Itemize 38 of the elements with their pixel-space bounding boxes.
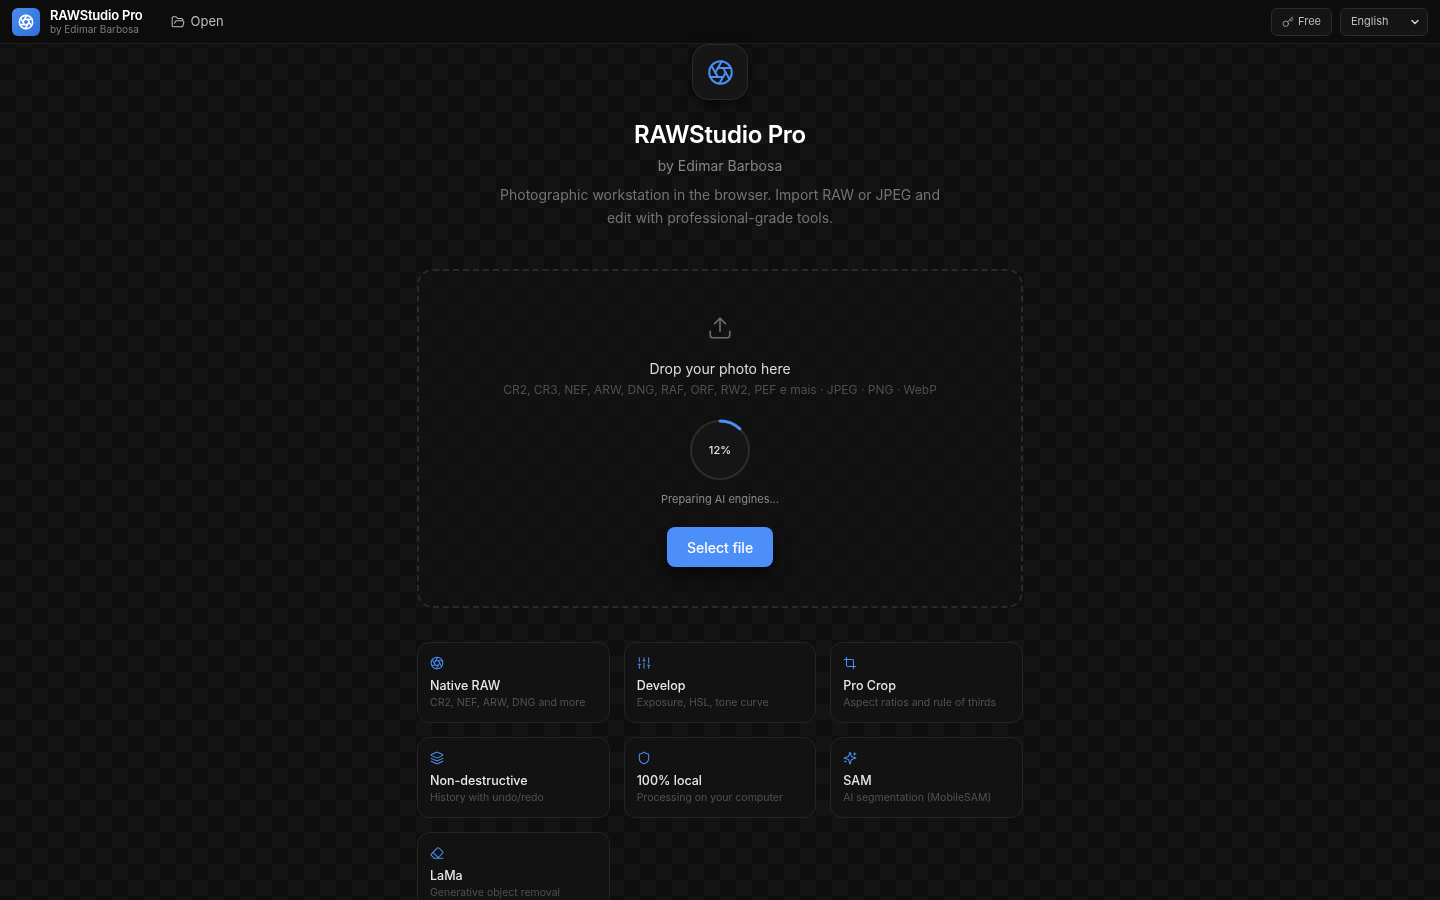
feature-title: 100% local (636, 772, 703, 790)
feature-description: History with undo/redo (430, 791, 545, 805)
folder-icon (170, 14, 185, 29)
crop-icon (843, 656, 858, 670)
layers-icon (430, 751, 444, 765)
feature-title: SAM (843, 772, 873, 790)
progress-status: Preparing AI engines... (661, 491, 779, 507)
feature-description: Exposure, HSL, tone curve (636, 696, 770, 710)
drop-zone[interactable]: Drop your photo here CR2, CR3, NEF, ARW, DNG, RAF, ORF, RW2, PEF e mais · JPEG · PNG · WebP 12% Preparing AI engines... Select file (417, 269, 1023, 608)
feature-title: Pro Crop (843, 677, 897, 695)
feature-title: Native RAW (430, 677, 502, 695)
shield-icon (636, 751, 651, 765)
app-logo-icon (12, 7, 40, 36)
app-title: RAWStudio Pro (50, 7, 143, 23)
feature-description: Generative object removal (430, 886, 562, 900)
hero-description: Photographic workstation in the browser. Import RAW or JPEG and edit with professional-grade tools. (499, 185, 941, 228)
sliders-icon (636, 656, 651, 670)
feature-description: Processing on your computer (636, 791, 784, 805)
feature-title: LaMa (430, 867, 464, 885)
feature-description: Aspect ratios and rule of thirds (843, 696, 997, 710)
plan-button[interactable]: Free (1271, 7, 1332, 36)
eraser-icon (430, 846, 444, 860)
hero-title: RAWStudio Pro (634, 119, 806, 151)
feature-description: AI segmentation (MobileSAM) (843, 791, 993, 805)
drop-heading: Drop your photo here (649, 359, 791, 379)
supported-formats: CR2, CR3, NEF, ARW, DNG, RAF, ORF, RW2, PEF e mais · JPEG · PNG · WebP (503, 382, 937, 398)
hero-subtitle: by Edimar Barbosa (657, 156, 783, 176)
key-icon (1282, 15, 1295, 28)
feature-description: CR2, NEF, ARW, DNG and more (430, 696, 587, 710)
language-select[interactable]: English (1340, 7, 1428, 36)
sparkles-icon (843, 751, 858, 765)
upload-icon (707, 315, 733, 341)
app-subtitle: by Edimar Barbosa (50, 23, 140, 36)
aperture-icon (430, 656, 444, 670)
progress-percent: 12% (707, 441, 733, 459)
open-button[interactable]: Open (166, 7, 228, 36)
feature-title: Develop (636, 677, 687, 695)
feature-title: Non-destructive (430, 772, 529, 790)
